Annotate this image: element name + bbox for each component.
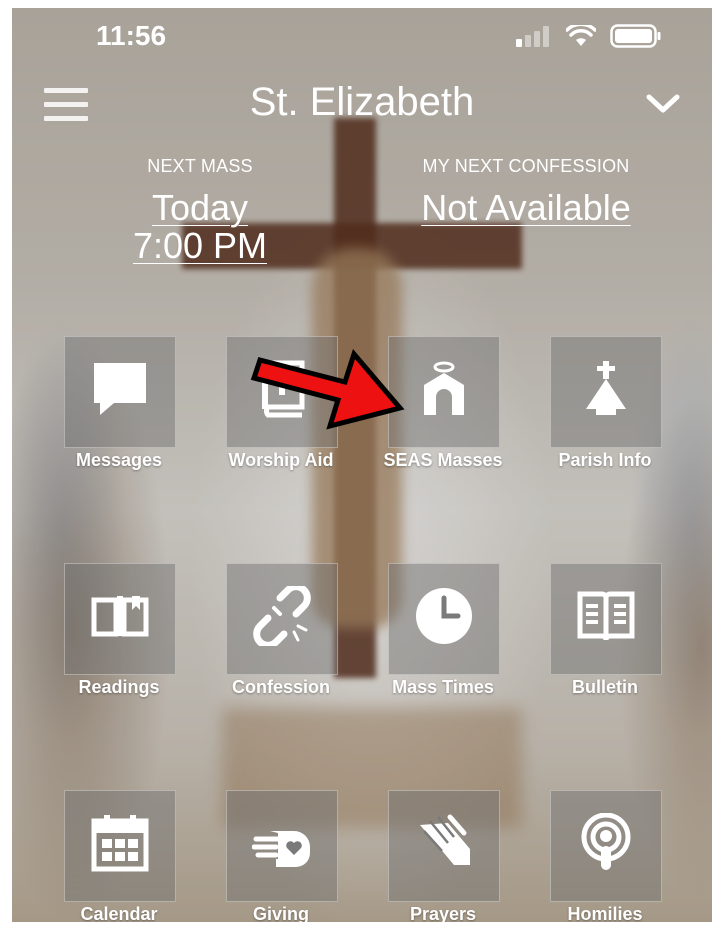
giving-hand-icon	[252, 831, 310, 867]
battery-icon	[610, 24, 661, 48]
tile-readings[interactable]	[64, 563, 176, 675]
tile-calendar-label: Calendar	[80, 904, 158, 922]
page-title: St. Elizabeth	[249, 80, 475, 124]
red-arrow-annotation	[250, 348, 405, 430]
cellular-signal-icon	[516, 26, 549, 47]
next-mass-label: NEXT MASS	[147, 156, 253, 176]
tile-seas-masses-label: SEAS Masses	[383, 450, 503, 470]
tile-mass-times-label: Mass Times	[392, 677, 494, 697]
tile-bulletin-label: Bulletin	[572, 677, 638, 697]
tile-mass-times[interactable]	[388, 563, 500, 675]
podcast-icon	[581, 813, 631, 870]
tile-messages-label: Messages	[75, 450, 163, 470]
tile-giving-label: Giving	[252, 904, 309, 922]
wifi-icon	[566, 25, 596, 46]
tile-parish-info[interactable]	[550, 336, 662, 448]
parish-church-icon	[586, 361, 626, 415]
broken-chain-icon	[253, 586, 311, 646]
tile-calendar[interactable]	[64, 790, 176, 902]
tile-messages[interactable]	[64, 336, 176, 448]
tile-confession[interactable]	[226, 563, 338, 675]
open-book-icon	[91, 596, 149, 637]
tile-bulletin[interactable]	[550, 563, 662, 675]
chevron-down-icon[interactable]	[646, 90, 680, 118]
status-indicators	[516, 24, 662, 48]
next-confession-section: MY NEXT CONFESSION Not Available	[406, 156, 646, 227]
praying-hands-icon	[420, 814, 470, 865]
tile-readings-label: Readings	[78, 677, 160, 697]
tile-homilies[interactable]	[550, 790, 662, 902]
app-screen: 11:56 St. Elizabeth NEXT MASS Today 7:00…	[12, 8, 712, 922]
chat-bubble-icon	[94, 363, 146, 415]
calendar-icon	[91, 815, 149, 872]
tile-homilies-label: Homilies	[567, 904, 643, 922]
next-confession-label: MY NEXT CONFESSION	[422, 156, 630, 176]
next-mass-time-link[interactable]: 7:00 PM	[130, 227, 270, 265]
tile-prayers-label: Prayers	[409, 904, 477, 922]
newspaper-icon	[577, 591, 635, 641]
clock-icon	[416, 588, 472, 644]
tile-prayers[interactable]	[388, 790, 500, 902]
church-icon	[424, 361, 464, 415]
tile-giving[interactable]	[226, 790, 338, 902]
next-mass-section: NEXT MASS Today 7:00 PM	[130, 156, 270, 265]
next-mass-day-link[interactable]: Today	[130, 189, 270, 227]
tile-worship-aid-label: Worship Aid	[228, 450, 334, 470]
status-time: 11:56	[96, 20, 167, 51]
tile-confession-label: Confession	[231, 677, 330, 697]
tile-parish-info-label: Parish Info	[558, 450, 652, 470]
next-confession-link[interactable]: Not Available	[406, 189, 646, 227]
